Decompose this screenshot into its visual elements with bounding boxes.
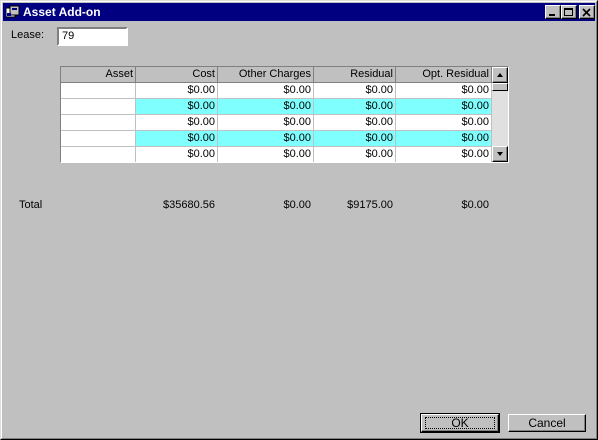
table-row[interactable]: $0.00 $0.00 $0.00 $0.00 — [61, 147, 492, 162]
table-cell[interactable]: $0.00 — [218, 83, 314, 99]
table-cell[interactable] — [61, 131, 136, 147]
ok-button[interactable]: OK — [420, 413, 500, 433]
asset-grid[interactable]: Asset Cost Other Charges Residual Opt. Resid… — [60, 66, 509, 163]
total-other-charges: $0.00 — [283, 199, 311, 211]
column-header[interactable]: Other Charges — [218, 67, 314, 83]
table-row[interactable]: $0.00 $0.00 $0.00 $0.00 — [61, 83, 492, 99]
table-cell[interactable]: $0.00 — [136, 115, 218, 131]
close-button[interactable] — [579, 5, 595, 19]
table-row[interactable]: $0.00 $0.00 $0.00 $0.00 — [61, 115, 492, 131]
table-cell[interactable]: $0.00 — [396, 131, 492, 147]
table-cell[interactable]: $0.00 — [314, 83, 396, 99]
table-cell[interactable]: $0.00 — [396, 115, 492, 131]
column-header[interactable]: Asset — [61, 67, 136, 83]
column-header[interactable]: Opt. Residual — [396, 67, 492, 83]
maximize-button[interactable] — [561, 5, 577, 19]
lease-label: Lease: — [11, 29, 45, 41]
title-bar[interactable]: Asset Add-on — [3, 3, 595, 21]
table-row[interactable]: $0.00 $0.00 $0.00 $0.00 — [61, 131, 492, 147]
table-cell[interactable]: $0.00 — [218, 147, 314, 162]
app-icon — [5, 5, 20, 19]
grid-scrollbar[interactable] — [492, 67, 508, 162]
focus-rect — [425, 417, 495, 429]
table-cell[interactable]: $0.00 — [396, 99, 492, 115]
table-cell[interactable]: $0.00 — [218, 115, 314, 131]
table-cell[interactable] — [61, 147, 136, 162]
minimize-button[interactable] — [545, 5, 561, 19]
table-cell[interactable]: $0.00 — [218, 131, 314, 147]
asset-addon-window: Asset Add-on Lease: 79 Asset Cost Other Ch… — [0, 0, 598, 440]
cancel-button[interactable]: Cancel — [508, 414, 586, 432]
total-residual: $9175.00 — [347, 199, 393, 211]
total-cost: $35680.56 — [163, 199, 215, 211]
table-cell[interactable] — [61, 115, 136, 131]
table-cell[interactable] — [61, 99, 136, 115]
table-cell[interactable] — [61, 83, 136, 99]
scroll-down-button[interactable] — [492, 146, 508, 162]
cancel-label: Cancel — [528, 416, 566, 430]
grid-body: Asset Cost Other Charges Residual Opt. Resid… — [61, 67, 492, 162]
column-header[interactable]: Residual — [314, 67, 396, 83]
table-cell[interactable]: $0.00 — [314, 115, 396, 131]
table-cell[interactable]: $0.00 — [314, 131, 396, 147]
scroll-thumb[interactable] — [492, 83, 508, 91]
column-header[interactable]: Cost — [136, 67, 218, 83]
table-cell[interactable]: $0.00 — [136, 99, 218, 115]
window-title: Asset Add-on — [23, 5, 101, 19]
total-label: Total — [19, 199, 43, 211]
table-cell[interactable]: $0.00 — [396, 83, 492, 99]
lease-input[interactable]: 79 — [57, 27, 128, 46]
table-cell[interactable]: $0.00 — [314, 99, 396, 115]
scroll-up-button[interactable] — [492, 67, 508, 83]
table-cell[interactable]: $0.00 — [136, 147, 218, 162]
table-cell[interactable]: $0.00 — [396, 147, 492, 162]
table-cell[interactable]: $0.00 — [218, 99, 314, 115]
total-opt-residual: $0.00 — [461, 199, 489, 211]
table-row[interactable]: $0.00 $0.00 $0.00 $0.00 — [61, 99, 492, 115]
table-cell[interactable]: $0.00 — [136, 131, 218, 147]
table-cell[interactable]: $0.00 — [136, 83, 218, 99]
table-cell[interactable]: $0.00 — [314, 147, 396, 162]
